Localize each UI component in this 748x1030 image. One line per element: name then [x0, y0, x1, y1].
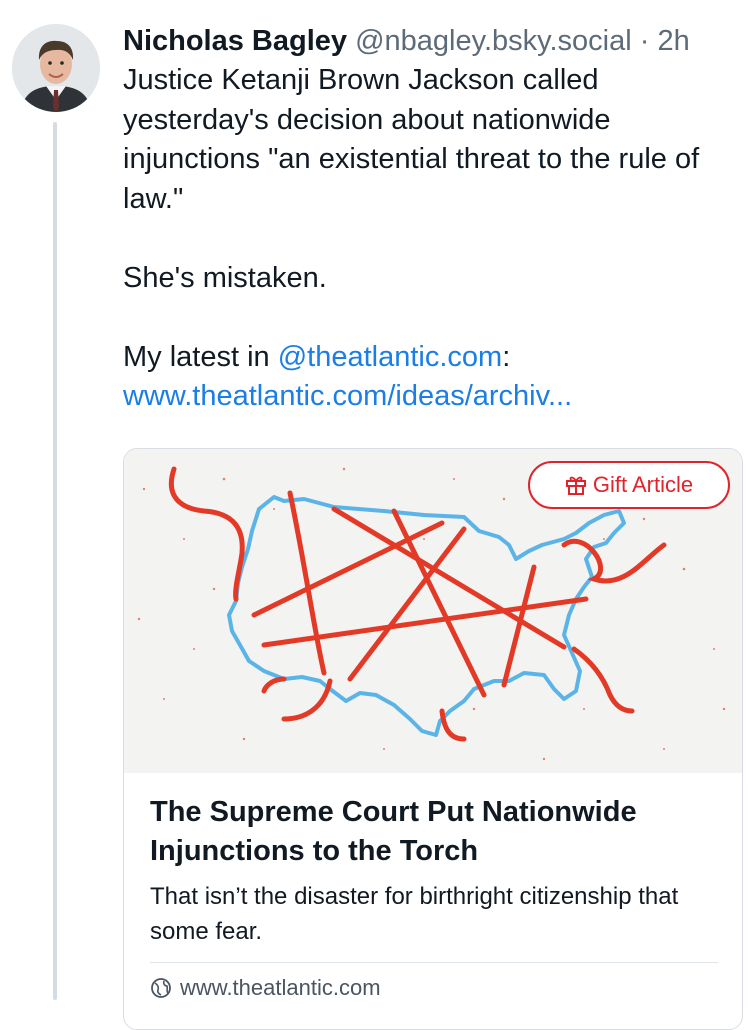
post-text: Justice Ketanji Brown Jackson called yes… — [123, 61, 735, 417]
gift-article-label: Gift Article — [592, 472, 694, 497]
avatar[interactable] — [12, 24, 100, 112]
post-paragraph-3: My latest in @theatlantic.com: — [123, 338, 735, 378]
thread-line — [53, 122, 57, 1000]
card-description: That isn’t the disaster for birthright c… — [150, 883, 679, 945]
post-paragraph-1: Justice Ketanji Brown Jackson called yes… — [123, 64, 700, 215]
mention-link[interactable]: @theatlantic.com — [278, 341, 502, 373]
card-title[interactable]: The Supreme Court Put Nationwide Injunct… — [150, 793, 720, 871]
post-timestamp[interactable]: 2h — [658, 25, 690, 57]
post-paragraph-3-suffix: : — [502, 340, 511, 373]
article-url-link[interactable]: www.theatlantic.com/ideas/archiv... — [123, 380, 572, 412]
gift-article-button[interactable]: Gift Article — [528, 461, 730, 509]
post-header: Nicholas Bagley @nbagley.bsky.social · 2… — [123, 22, 735, 60]
globe-icon — [151, 978, 171, 998]
author-name[interactable]: Nicholas Bagley — [123, 25, 347, 57]
author-handle[interactable]: @nbagley.bsky.social — [355, 25, 632, 57]
card-domain-text: www.theatlantic.com — [180, 975, 381, 1000]
card-image[interactable]: Gift Article — [124, 449, 742, 773]
post-paragraph-3-prefix: My latest in — [123, 340, 278, 373]
separator-dot: · — [639, 25, 650, 57]
link-preview-card[interactable]: Gift Article The Supreme Court Put Natio… — [123, 448, 743, 1030]
gift-icon — [565, 476, 586, 495]
avatar-image — [12, 24, 100, 112]
post: Nicholas Bagley @nbagley.bsky.social · 2… — [123, 22, 735, 417]
card-domain[interactable]: www.theatlantic.com — [150, 975, 381, 1001]
post-paragraph-2: She's mistaken. — [123, 261, 327, 294]
card-divider — [150, 962, 718, 963]
